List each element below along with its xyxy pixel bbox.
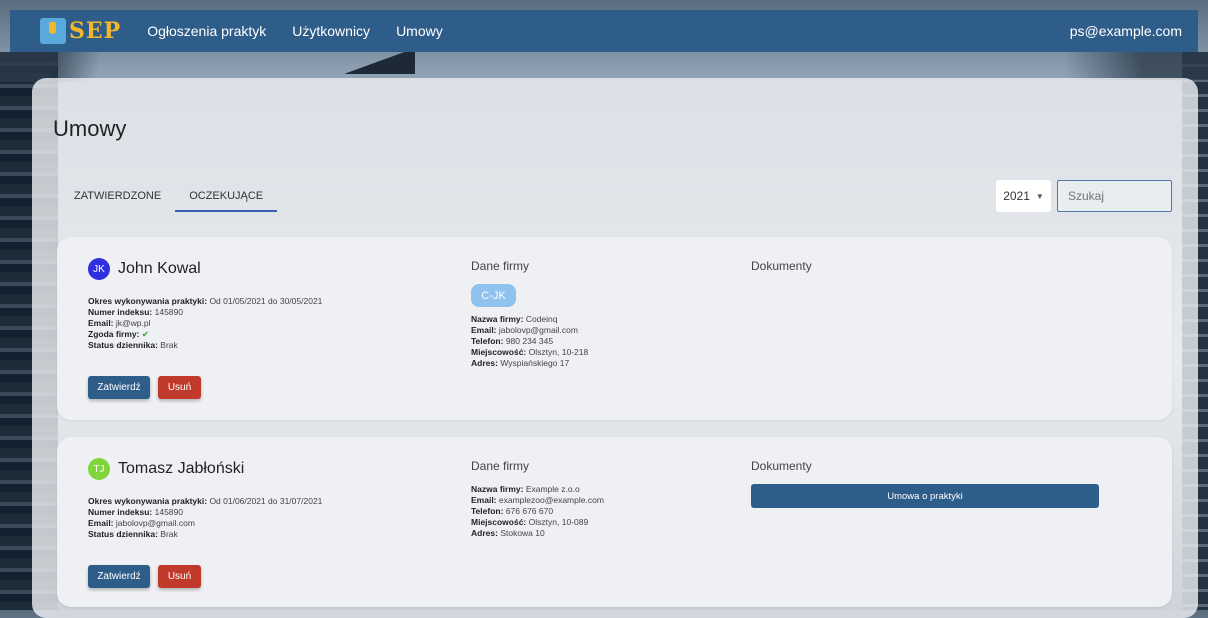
top-navbar: SEP Ogłoszenia praktyk Użytkownicy Umowy…	[10, 10, 1198, 52]
journal-row: Status dziennika: Brak	[88, 529, 178, 539]
nav-link-internship-offers[interactable]: Ogłoszenia praktyk	[147, 23, 266, 39]
company-city-row: Miejscowość: Olsztyn, 10-089	[471, 517, 589, 527]
email-row: Email: jabolovp@gmail.com	[88, 518, 195, 528]
period-row: Okres wykonywania praktyki: Od 01/05/202…	[88, 296, 323, 306]
index-row: Numer indeksu: 145890	[88, 507, 183, 517]
company-city-row: Miejscowość: Olsztyn, 10-218	[471, 347, 589, 357]
logo-text: SEP	[69, 18, 122, 44]
nav-link-users[interactable]: Użytkownicy	[292, 23, 370, 39]
approve-button[interactable]: Zatwierdź	[88, 565, 150, 588]
index-row: Numer indeksu: 145890	[88, 307, 183, 317]
company-name-row: Nazwa firmy: Example z.o.o	[471, 484, 580, 494]
student-details: Okres wykonywania praktyki: Od 01/05/202…	[88, 296, 322, 351]
journal-row: Status dziennika: Brak	[88, 340, 178, 350]
avatar: TJ	[88, 458, 110, 480]
contract-card: JK John Kowal Okres wykonywania praktyki…	[57, 237, 1172, 420]
company-section-title: Dane firmy	[471, 459, 530, 473]
app-logo[interactable]: SEP	[40, 18, 121, 44]
company-phone-row: Telefon: 676 676 670	[471, 506, 554, 516]
company-email-row: Email: examplezoo@example.com	[471, 495, 604, 505]
student-header: TJ Tomasz Jabłoński	[88, 458, 244, 480]
contract-card: TJ Tomasz Jabłoński Okres wykonywania pr…	[57, 437, 1172, 607]
company-name-row: Nazwa firmy: Codeinq	[471, 314, 558, 324]
student-details: Okres wykonywania praktyki: Od 01/06/202…	[88, 496, 322, 540]
period-row: Okres wykonywania praktyki: Od 01/06/202…	[88, 496, 323, 506]
documents-section-title: Dokumenty	[751, 459, 812, 473]
contract-tabs: ZATWIERDZONE OCZEKUJĄCE	[60, 186, 278, 212]
email-row: Email: jk@wp.pl	[88, 318, 151, 328]
avatar: JK	[88, 258, 110, 280]
check-icon: ✔	[141, 329, 149, 339]
student-name: John Kowal	[118, 260, 201, 277]
delete-button[interactable]: Usuń	[158, 376, 201, 399]
year-select[interactable]: 2021 ▼	[996, 180, 1051, 212]
company-avatar: C-JK	[471, 284, 516, 307]
approve-button[interactable]: Zatwierdź	[88, 376, 150, 399]
year-select-value: 2021	[1003, 189, 1030, 203]
delete-button[interactable]: Usuń	[158, 565, 201, 588]
tab-approved[interactable]: ZATWIERDZONE	[60, 186, 175, 212]
search-input[interactable]	[1057, 180, 1172, 212]
company-section-title: Dane firmy	[471, 259, 530, 273]
company-address-row: Adres: Wyspiańskiego 17	[471, 358, 570, 368]
logo-icon	[40, 18, 66, 44]
user-email[interactable]: ps@example.com	[1070, 23, 1182, 39]
company-email-row: Email: jabolovp@gmail.com	[471, 325, 578, 335]
documents-section-title: Dokumenty	[751, 259, 812, 273]
company-details: Nazwa firmy: Example z.o.o Email: exampl…	[471, 484, 604, 539]
company-details: Nazwa firmy: Codeinq Email: jabolovp@gma…	[471, 314, 588, 369]
chevron-down-icon: ▼	[1035, 191, 1044, 201]
nav-link-contracts[interactable]: Umowy	[396, 23, 443, 39]
student-header: JK John Kowal	[88, 258, 201, 280]
student-name: Tomasz Jabłoński	[118, 460, 245, 477]
tab-pending[interactable]: OCZEKUJĄCE	[175, 186, 278, 212]
document-internship-contract-button[interactable]: Umowa o praktyki	[751, 484, 1099, 508]
company-phone-row: Telefon: 980 234 345	[471, 336, 554, 346]
consent-row: Zgoda firmy: ✔	[88, 329, 149, 339]
company-address-row: Adres: Stokowa 10	[471, 528, 545, 538]
background-roof-center	[345, 52, 415, 74]
page-title: Umowy	[53, 116, 127, 141]
background-roof-right	[1018, 52, 1208, 80]
